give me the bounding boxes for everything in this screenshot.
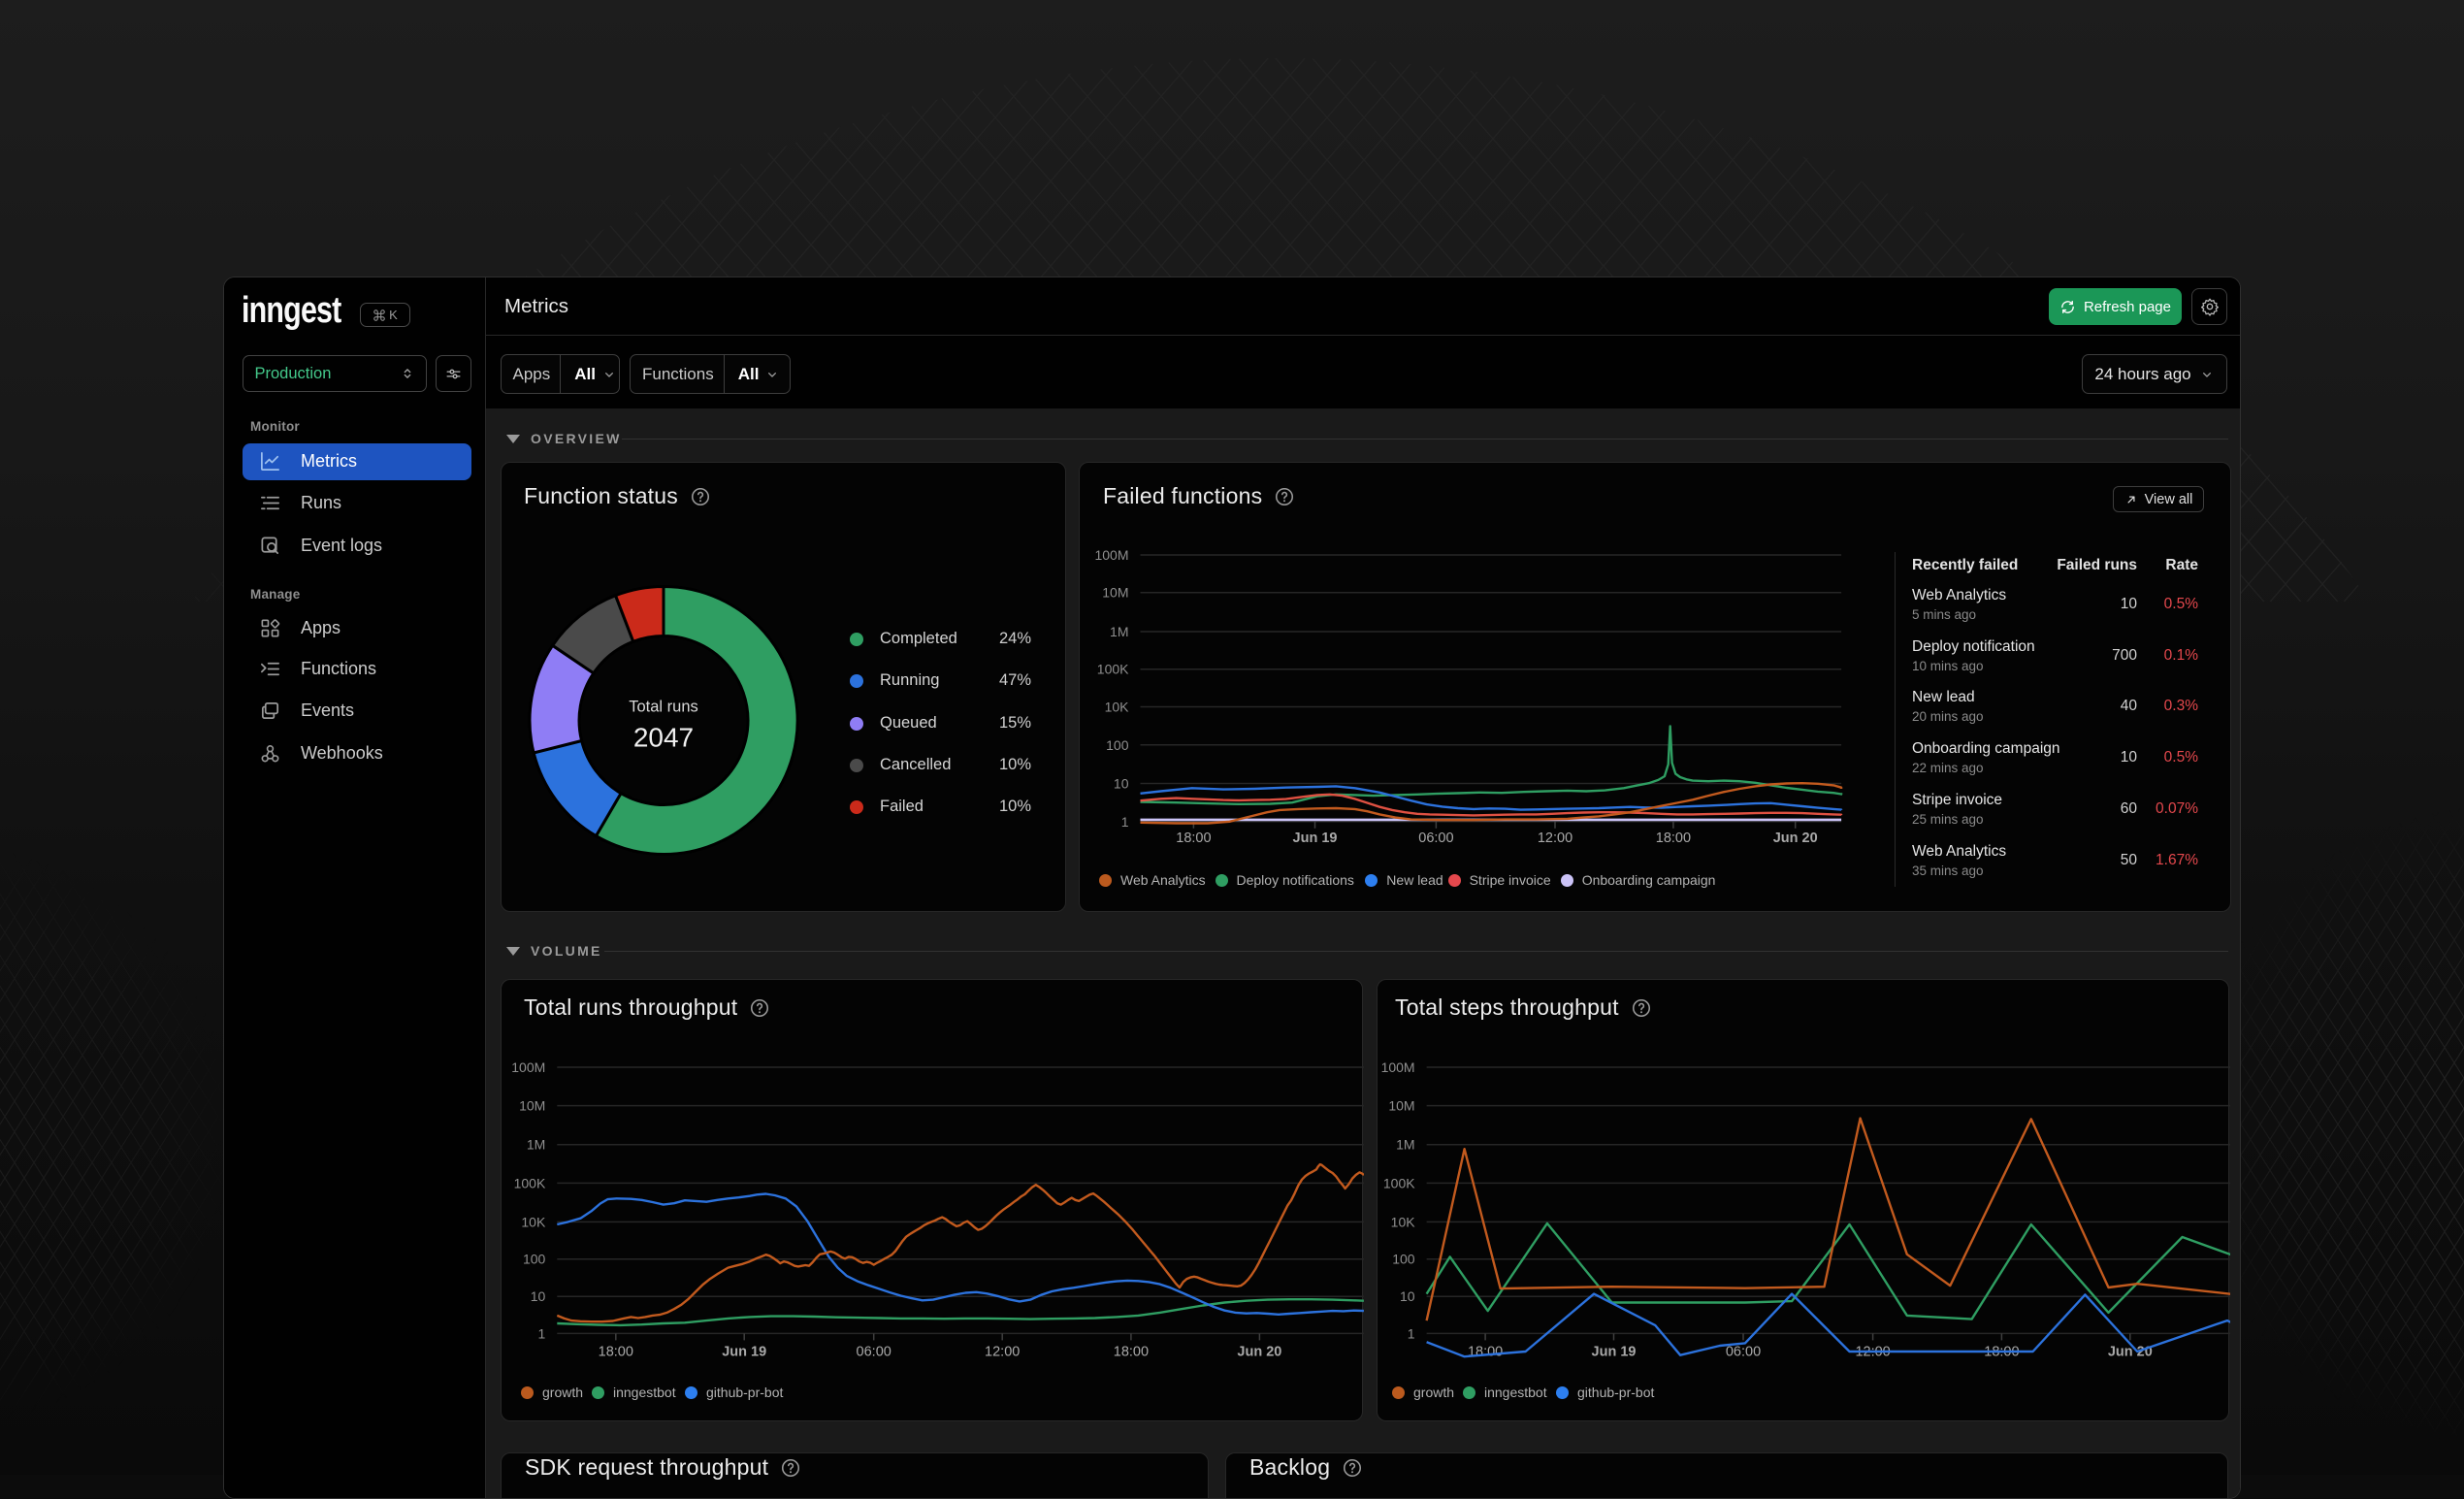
svg-text:18:00: 18:00 <box>1176 831 1211 846</box>
svg-text:10K: 10K <box>1105 700 1130 715</box>
svg-text:10: 10 <box>1114 776 1129 792</box>
svg-text:10: 10 <box>1400 1288 1415 1304</box>
svg-text:100K: 100K <box>1097 662 1129 677</box>
svg-text:100M: 100M <box>1094 547 1128 563</box>
svg-text:10K: 10K <box>1391 1214 1416 1229</box>
svg-text:06:00: 06:00 <box>1726 1344 1761 1359</box>
svg-text:100: 100 <box>1392 1252 1415 1267</box>
svg-text:10M: 10M <box>1102 585 1128 601</box>
svg-text:100: 100 <box>523 1252 546 1267</box>
svg-text:12:00: 12:00 <box>1538 831 1572 846</box>
svg-text:06:00: 06:00 <box>1418 831 1453 846</box>
svg-text:18:00: 18:00 <box>1114 1344 1149 1359</box>
svg-text:Jun 19: Jun 19 <box>1592 1344 1637 1359</box>
svg-text:Jun 20: Jun 20 <box>2108 1344 2153 1359</box>
svg-text:Jun 19: Jun 19 <box>1293 831 1338 846</box>
svg-text:10M: 10M <box>519 1098 545 1114</box>
svg-text:1M: 1M <box>527 1137 545 1153</box>
svg-text:Jun 20: Jun 20 <box>1773 831 1818 846</box>
svg-text:1: 1 <box>1121 814 1129 830</box>
svg-text:10: 10 <box>531 1288 546 1304</box>
svg-text:18:00: 18:00 <box>1468 1344 1503 1359</box>
svg-text:10K: 10K <box>521 1214 546 1229</box>
svg-text:18:00: 18:00 <box>1656 831 1691 846</box>
svg-text:Jun 19: Jun 19 <box>722 1344 766 1359</box>
svg-text:10M: 10M <box>1388 1098 1414 1114</box>
svg-text:Jun 20: Jun 20 <box>1237 1344 1281 1359</box>
svg-text:06:00: 06:00 <box>857 1344 892 1359</box>
svg-text:100M: 100M <box>1381 1059 1415 1075</box>
svg-text:100K: 100K <box>514 1175 546 1190</box>
svg-text:1: 1 <box>538 1325 546 1341</box>
svg-text:Total runs: Total runs <box>629 699 698 716</box>
svg-text:1M: 1M <box>1110 624 1128 639</box>
svg-text:18:00: 18:00 <box>599 1344 633 1359</box>
svg-text:100K: 100K <box>1383 1175 1415 1190</box>
svg-text:12:00: 12:00 <box>985 1344 1020 1359</box>
svg-text:1: 1 <box>1408 1325 1415 1341</box>
svg-text:1M: 1M <box>1396 1137 1414 1153</box>
svg-text:100: 100 <box>1106 737 1129 753</box>
svg-text:100M: 100M <box>511 1059 545 1075</box>
svg-text:2047: 2047 <box>633 723 694 753</box>
